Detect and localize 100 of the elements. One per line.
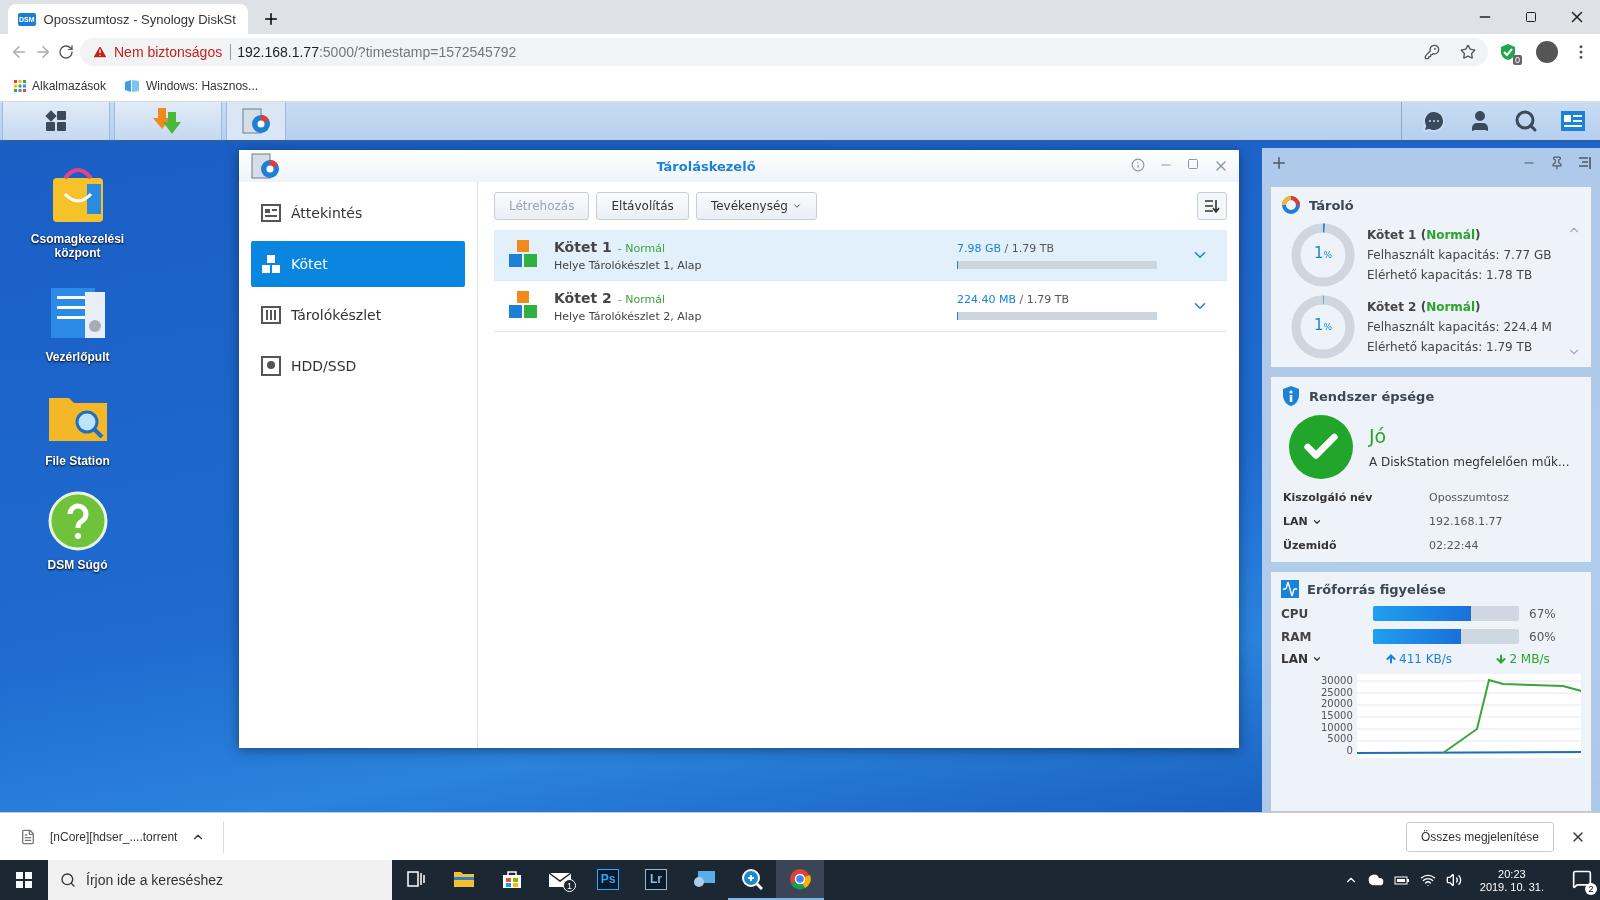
network-icon[interactable] <box>1419 872 1436 888</box>
reload-icon[interactable] <box>58 44 74 60</box>
volume-name: Kötet 1 (Normál) <box>1367 228 1482 242</box>
shopping-bag-icon[interactable] <box>502 869 522 889</box>
url-text: 192.168.1.77:5000/?timestamp=1572545792 <box>237 44 517 60</box>
sidebar-item[interactable]: Tárolókészlet <box>251 292 465 338</box>
taskbar-button[interactable] <box>2 102 110 140</box>
health-message: A DiskStation megfelelően műk... <box>1369 455 1570 469</box>
usage-percent: 1% <box>1312 316 1334 334</box>
meter-reading: 60% <box>1529 629 1557 644</box>
help-icon[interactable] <box>46 490 109 552</box>
remote-desktop-icon[interactable] <box>692 869 716 889</box>
volume-location: Helye Tárolókészlet 1, Alap <box>554 258 703 272</box>
upload-rate: 411 KB/s <box>1399 652 1453 666</box>
bookmark-link[interactable]: Windows: Hasznos... <box>146 78 259 93</box>
axis-label: 20000 <box>1321 699 1353 710</box>
apps-grid-icon <box>14 79 26 92</box>
overview-icon <box>261 204 281 222</box>
restore-icon[interactable] <box>1525 11 1537 23</box>
file-icon <box>20 828 36 845</box>
collapse-icon[interactable] <box>1578 156 1592 170</box>
pool-icon <box>261 306 281 324</box>
ring-icon <box>1281 195 1301 215</box>
add-icon[interactable] <box>1270 154 1288 172</box>
volume-status: - Normál <box>617 292 665 306</box>
sort-button[interactable] <box>1197 192 1227 220</box>
app-badge: 1 <box>563 879 576 892</box>
shield-icon[interactable] <box>1500 43 1516 61</box>
help-icon[interactable] <box>1131 158 1145 174</box>
warning-icon <box>92 44 108 60</box>
volume-location: Helye Tárolókészlet 2, Alap <box>554 309 703 323</box>
desktop-icon-label[interactable]: File Station <box>45 454 110 468</box>
health-status: Jó <box>1369 425 1388 447</box>
security-label: Nem biztonságos <box>114 44 232 60</box>
info-value: 192.168.1.77 <box>1429 515 1504 528</box>
used-capacity: Felhasznált kapacitás: 224.4 M <box>1367 320 1552 334</box>
address-bar[interactable]: Nem biztonságos 192.168.1.77:5000/?timestamp=1572545792 <box>80 38 1488 66</box>
clock[interactable]: 20:23 2019. 10. 31. <box>1471 867 1552 893</box>
info-label: Üzemidő <box>1283 539 1337 552</box>
sidebar-item[interactable]: Kötet <box>251 241 465 287</box>
window-title: Tároláskezelő <box>655 158 757 174</box>
desktop-icon-label[interactable]: Vezérlőpult <box>45 350 110 364</box>
axis-label: 10000 <box>1321 722 1353 733</box>
info-shield-icon <box>1281 385 1301 407</box>
pulse-icon <box>1281 580 1299 598</box>
search-icon <box>60 872 76 888</box>
widget-title: Rendszer épsége <box>1309 388 1435 404</box>
widget-title: Erőforrás figyelése <box>1307 581 1446 597</box>
envelope-icon[interactable] <box>548 870 572 888</box>
storage-manager-icon[interactable] <box>240 106 272 136</box>
meter-reading: 67% <box>1529 606 1557 621</box>
axis-label: 5000 <box>1326 734 1353 745</box>
widgets-icon[interactable] <box>1560 110 1586 132</box>
info-label[interactable]: LAN <box>1283 515 1308 528</box>
search-icon[interactable] <box>1514 109 1538 133</box>
capacity-text: 224.40 MB / 1.79 TB <box>957 292 1070 306</box>
volume-status: - Normál <box>617 241 665 255</box>
chat-icon[interactable] <box>1422 109 1446 133</box>
maximize-icon[interactable] <box>1187 158 1199 170</box>
lan-label[interactable]: LAN <box>1281 652 1308 666</box>
lightroom-icon[interactable]: Lr <box>645 868 667 890</box>
pin-icon[interactable] <box>1550 156 1564 170</box>
bookmark-link[interactable]: Alkalmazások <box>32 78 107 93</box>
star-icon[interactable] <box>1460 44 1476 60</box>
avatar[interactable] <box>1536 41 1558 63</box>
usage-donut <box>1291 295 1355 359</box>
available-capacity: Elérhető kapacitás: 1.79 TB <box>1367 340 1534 354</box>
sidebar-item[interactable]: HDD/SSD <box>251 343 465 389</box>
taskbar-button[interactable] <box>226 102 286 140</box>
storage-manager-icon[interactable] <box>249 151 281 181</box>
battery-icon[interactable] <box>1393 874 1410 886</box>
search-field[interactable]: Írjon ide a kereséshez <box>48 860 392 900</box>
extension-badge: 0 <box>1513 55 1522 65</box>
axis-label: 30000 <box>1321 676 1353 686</box>
show-all-button[interactable]: Összes megjelenítése <box>1405 821 1554 852</box>
volume-row[interactable]: Kötet 1 - Normál Helye Tárolókészlet 1, Alap 7.98 GB / 1.79 TB <box>494 230 1227 281</box>
caret-icon[interactable] <box>1312 654 1322 664</box>
info-value: 02:22:44 <box>1429 539 1480 552</box>
browser-icon[interactable] <box>789 868 811 890</box>
new-tab-icon[interactable] <box>262 10 280 28</box>
speaker-icon[interactable] <box>1445 872 1462 888</box>
toolbar-button[interactable]: Tevékenység <box>695 192 817 220</box>
desktop-icon-label[interactable]: Csomagkezelési központ <box>17 232 138 260</box>
main-menu-icon[interactable] <box>45 110 67 132</box>
photoshop-icon[interactable]: Ps <box>597 868 619 890</box>
key-icon[interactable] <box>1424 44 1440 60</box>
notification-badge: 2 <box>1585 883 1597 895</box>
desktop-icon-label[interactable]: DSM Súgó <box>47 558 108 572</box>
toolbar-button[interactable]: Eltávolítás <box>596 192 689 220</box>
used-capacity: Felhasznált kapacitás: 7.77 GB <box>1367 248 1552 262</box>
info-value: Oposszumtosz <box>1429 491 1510 504</box>
cloud-icon[interactable] <box>1367 872 1384 888</box>
available-capacity: Elérhető kapacitás: 1.78 TB <box>1367 268 1534 282</box>
capacity-text: 7.98 GB / 1.79 TB <box>957 241 1056 255</box>
magnifier-icon[interactable] <box>741 868 763 890</box>
folder-icon[interactable] <box>453 870 475 888</box>
windows-start-icon[interactable] <box>16 872 32 888</box>
sidebar-item[interactable]: Áttekintés <box>251 190 465 236</box>
volume-name: Kötet 1 <box>554 238 612 255</box>
task-view-icon[interactable] <box>407 871 425 887</box>
